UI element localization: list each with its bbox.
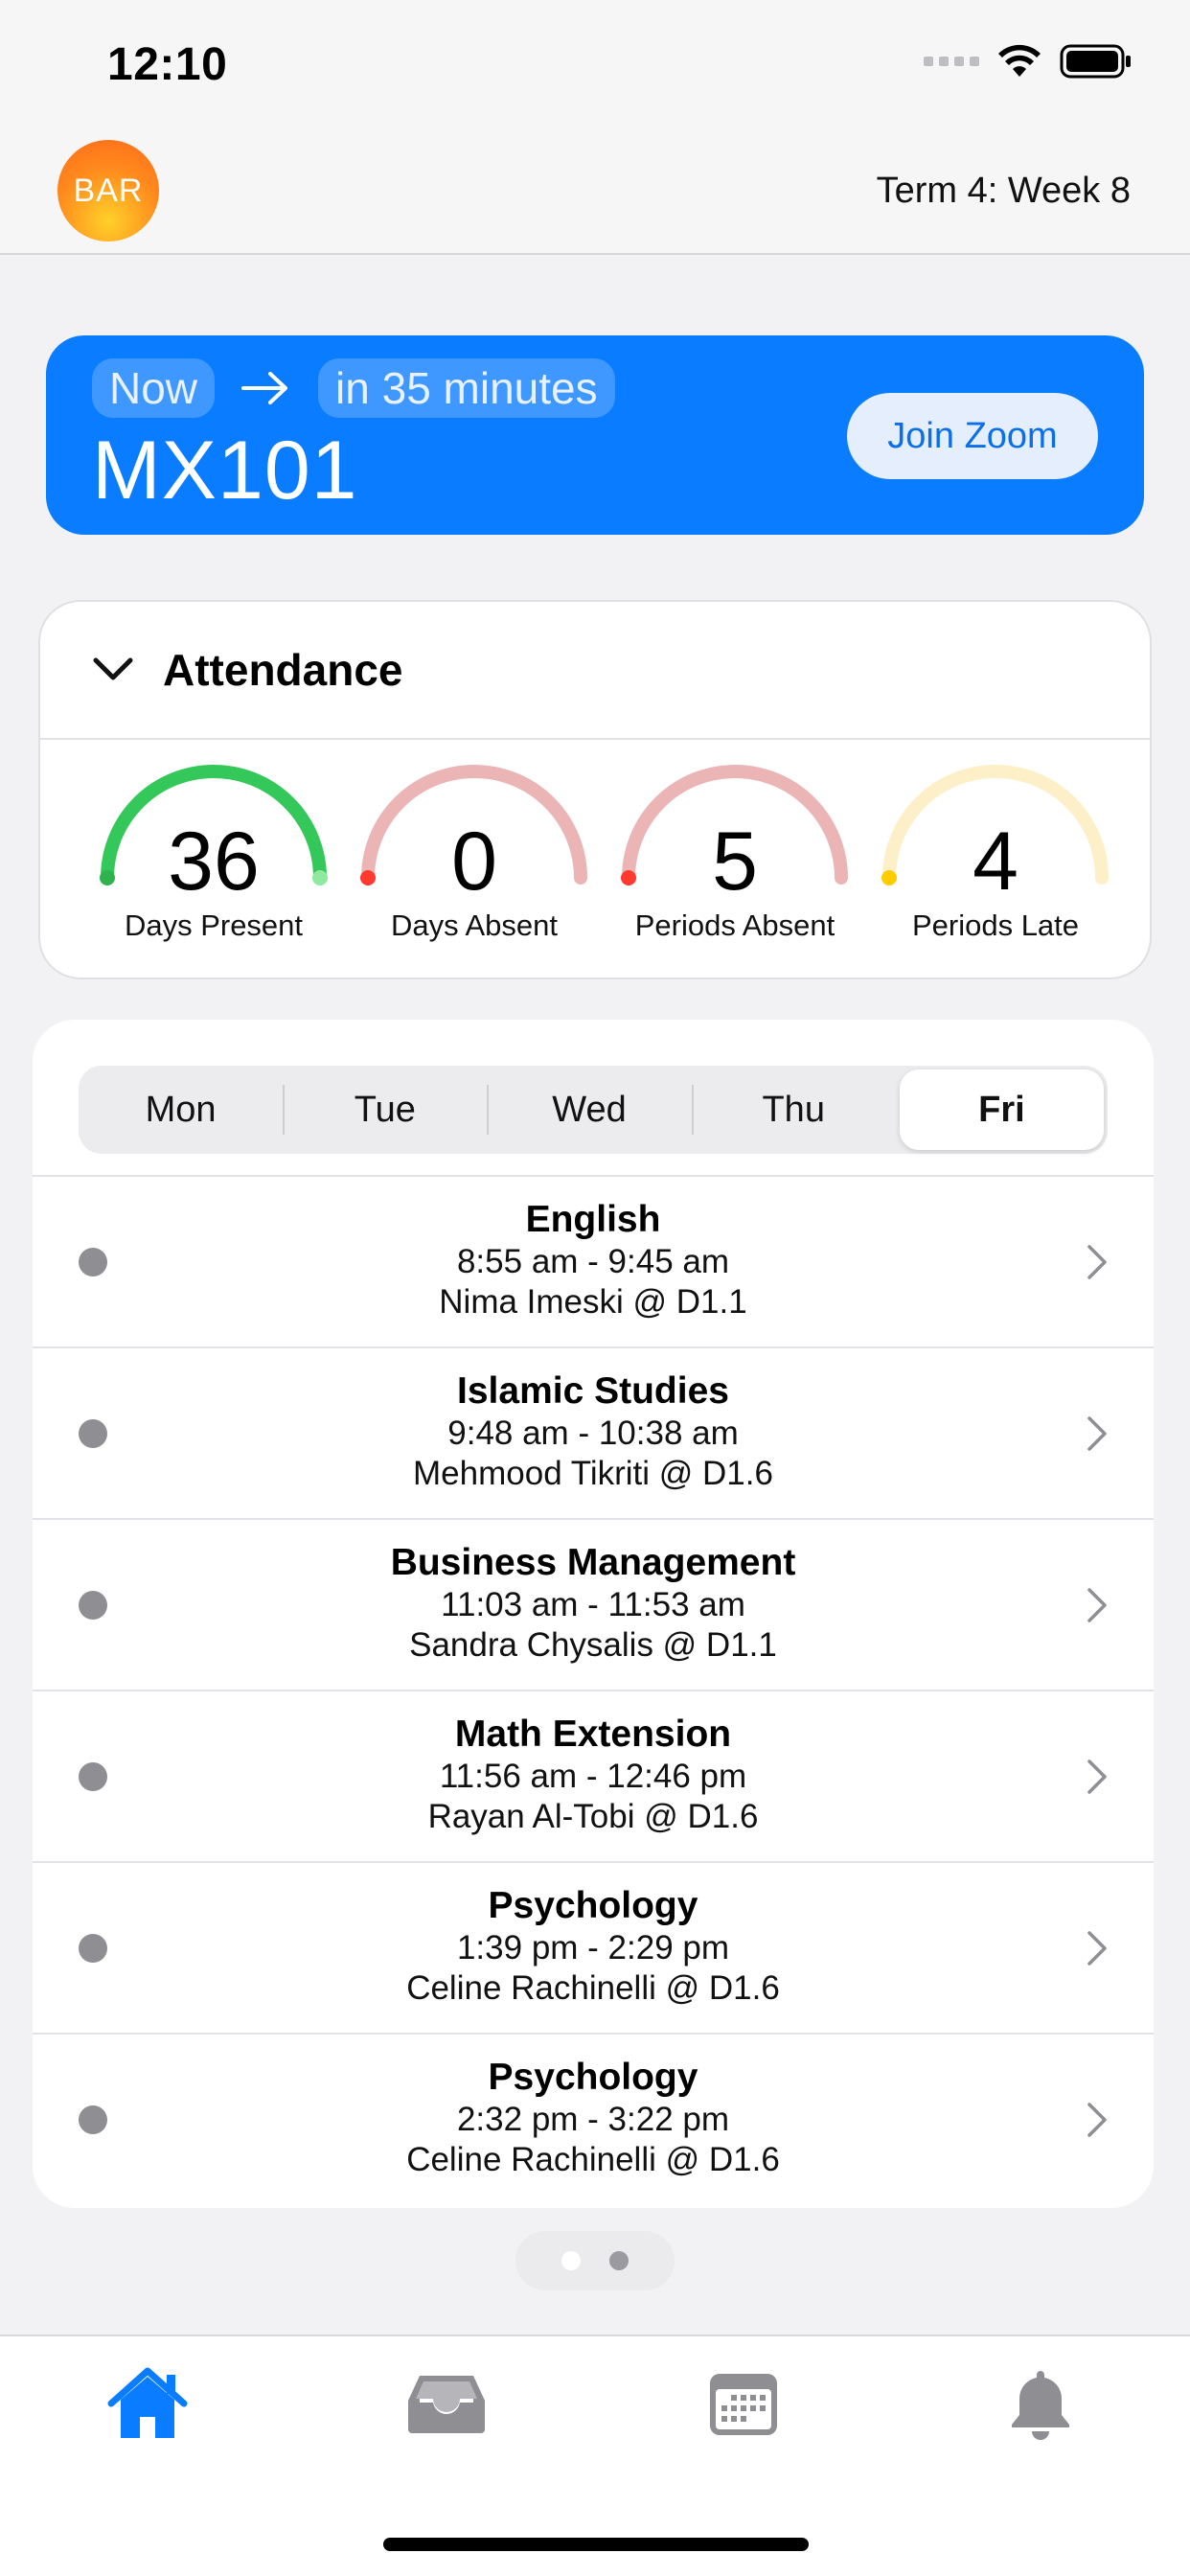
- attendance-gauges: 36 Days Present 0 Days Absent 5 Periods …: [40, 744, 1150, 974]
- day-tab-fri[interactable]: Fri: [899, 1070, 1105, 1150]
- status-dot: [79, 2105, 107, 2134]
- header: BAR Term 4: Week 8: [0, 134, 1190, 255]
- avatar[interactable]: BAR: [57, 140, 159, 242]
- periods-absent-label: Periods Absent: [634, 908, 835, 942]
- lesson-row[interactable]: Islamic Studies 9:48 am - 10:38 am Mehmo…: [33, 1346, 1154, 1518]
- arrow-right-icon: [241, 372, 288, 404]
- lesson-subject: Psychology: [488, 2057, 698, 2098]
- status-dot: [79, 1419, 107, 1448]
- lesson-teacher: Mehmood Tikriti @ D1.6: [413, 1455, 773, 1492]
- lesson-teacher: Celine Rachinelli @ D1.6: [406, 1969, 780, 2007]
- lesson-row[interactable]: Psychology 1:39 pm - 2:29 pm Celine Rach…: [33, 1861, 1154, 2033]
- attendance-title: Attendance: [163, 645, 403, 695]
- gauge-periods-late: 4 Periods Late: [876, 744, 1115, 974]
- lesson-row[interactable]: Math Extension 11:56 am - 12:46 pm Rayan…: [33, 1690, 1154, 1861]
- lesson-time: 8:55 am - 9:45 am: [456, 1243, 730, 1280]
- chevron-right-icon: [1087, 1588, 1107, 1622]
- wifi-icon: [998, 44, 1041, 77]
- home-icon: [107, 2367, 188, 2438]
- timetable-card: Mon Tue Wed Thu Fri English 8:55 am - 9:…: [33, 1020, 1154, 2208]
- days-absent-label: Days Absent: [390, 908, 559, 942]
- status-dot: [79, 1591, 107, 1620]
- now-pill: Now: [92, 358, 216, 418]
- chevron-right-icon: [1087, 1760, 1107, 1794]
- inbox-icon: [408, 2376, 485, 2433]
- chevron-right-icon: [1087, 2103, 1107, 2137]
- lesson-time: 9:48 am - 10:38 am: [447, 1414, 739, 1452]
- course-code: MX101: [92, 425, 358, 517]
- lesson-subject: Business Management: [390, 1542, 796, 1583]
- term-label: Term 4: Week 8: [876, 171, 1131, 211]
- lesson-time: 11:03 am - 11:53 am: [441, 1586, 745, 1623]
- tab-inbox[interactable]: [399, 2356, 494, 2451]
- status-icons: [924, 44, 1133, 79]
- status-bar: 12:10: [0, 0, 1190, 134]
- day-tab-wed[interactable]: Wed: [487, 1066, 691, 1154]
- gauge-periods-absent: 5 Periods Absent: [615, 744, 855, 974]
- periods-absent-value: 5: [712, 816, 758, 908]
- days-present-value: 36: [168, 816, 260, 908]
- status-dot: [79, 1762, 107, 1791]
- days-present-label: Days Present: [124, 908, 304, 942]
- gauge-days-absent: 0 Days Absent: [355, 744, 594, 974]
- lesson-teacher: Celine Rachinelli @ D1.6: [406, 2141, 780, 2178]
- lesson-subject: Islamic Studies: [457, 1370, 729, 1412]
- lesson-teacher: Rayan Al-Tobi @ D1.6: [427, 1798, 759, 1835]
- lesson-row[interactable]: Psychology 2:32 pm - 3:22 pm Celine Rach…: [33, 2033, 1154, 2204]
- day-segmented-control: Mon Tue Wed Thu Fri: [79, 1066, 1108, 1154]
- lesson-subject: English: [525, 1199, 661, 1240]
- lesson-row[interactable]: Business Management 11:03 am - 11:53 am …: [33, 1518, 1154, 1690]
- lesson-row[interactable]: English 8:55 am - 9:45 am Nima Imeski @ …: [33, 1175, 1154, 1346]
- calendar-icon: [710, 2374, 777, 2435]
- gauge-days-present: 36 Days Present: [94, 744, 333, 974]
- tab-notifications[interactable]: [993, 2356, 1088, 2451]
- current-class-card[interactable]: Now in 35 minutes MX101 Join Zoom: [46, 335, 1144, 535]
- attendance-header[interactable]: Attendance: [40, 602, 1150, 740]
- lesson-list: English 8:55 am - 9:45 am Nima Imeski @ …: [33, 1175, 1154, 2204]
- day-tab-thu[interactable]: Thu: [691, 1066, 896, 1154]
- periods-late-value: 4: [973, 816, 1018, 908]
- lesson-teacher: Sandra Chysalis @ D1.1: [409, 1626, 777, 1664]
- day-tab-tue[interactable]: Tue: [283, 1066, 487, 1154]
- status-dot: [79, 1248, 107, 1276]
- chevron-right-icon: [1087, 1931, 1107, 1966]
- page-indicator[interactable]: [515, 2231, 675, 2290]
- status-dot: [79, 1934, 107, 1963]
- attendance-card: Attendance 36 Days Present 0 Days Absent: [38, 600, 1152, 979]
- join-zoom-button[interactable]: Join Zoom: [847, 393, 1098, 479]
- page-dot-active: [561, 2251, 581, 2270]
- battery-icon: [1060, 44, 1131, 79]
- chevron-down-icon: [93, 657, 133, 680]
- next-time-pill: in 35 minutes: [318, 358, 615, 418]
- bell-icon: [1012, 2371, 1069, 2440]
- tab-calendar[interactable]: [696, 2356, 791, 2451]
- tab-home[interactable]: [100, 2356, 195, 2451]
- lesson-time: 2:32 pm - 3:22 pm: [456, 2101, 730, 2138]
- home-indicator: [383, 2538, 809, 2551]
- periods-late-label: Periods Late: [911, 908, 1080, 942]
- page-dot: [609, 2251, 629, 2270]
- status-time: 12:10: [107, 39, 228, 90]
- signal-icon: [924, 57, 979, 66]
- chevron-right-icon: [1087, 1416, 1107, 1451]
- chevron-right-icon: [1087, 1245, 1107, 1279]
- lesson-time: 1:39 pm - 2:29 pm: [456, 1929, 730, 1966]
- lesson-subject: Math Extension: [454, 1714, 732, 1755]
- lesson-subject: Psychology: [488, 1885, 698, 1926]
- current-class-timing: Now in 35 minutes: [92, 358, 615, 418]
- day-tab-mon[interactable]: Mon: [79, 1066, 283, 1154]
- days-absent-value: 0: [451, 816, 497, 908]
- lesson-teacher: Nima Imeski @ D1.1: [439, 1283, 747, 1321]
- lesson-time: 11:56 am - 12:46 pm: [439, 1758, 747, 1795]
